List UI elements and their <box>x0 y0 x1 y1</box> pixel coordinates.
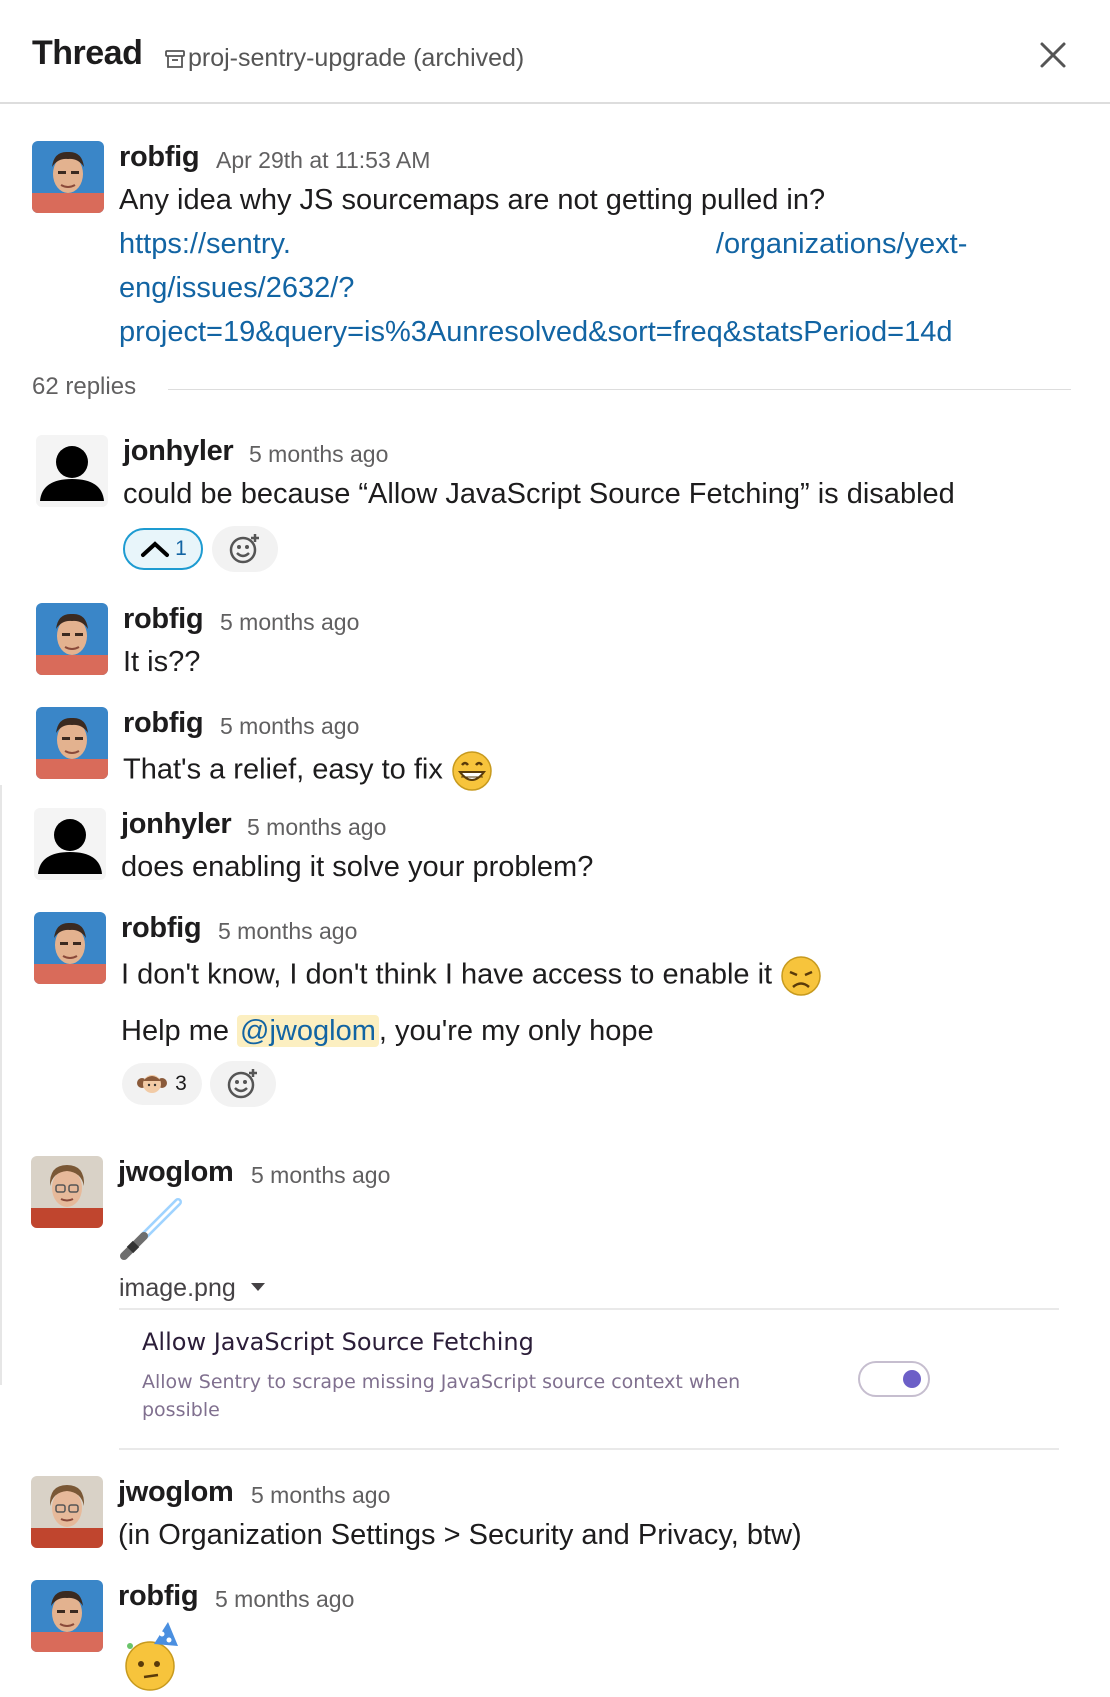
message-author[interactable]: jwoglom <box>118 1156 234 1189</box>
avatar[interactable] <box>32 141 104 213</box>
message-timestamp[interactable]: Apr 29th at 11:53 AM <box>216 147 430 174</box>
reaction-count: 1 <box>175 537 187 560</box>
message-text-body: Help me <box>121 1015 238 1047</box>
message-text: could be because “Allow JavaScript Sourc… <box>123 478 955 510</box>
divider <box>168 389 1071 390</box>
add-reaction-icon <box>229 534 259 564</box>
princess-leia-emoji <box>137 1075 168 1093</box>
disappointed-emoji <box>781 956 821 996</box>
toggle-knob <box>903 1370 921 1388</box>
user-mention[interactable]: @jwoglom <box>237 1015 379 1047</box>
message-timestamp[interactable]: 5 months ago <box>220 609 359 636</box>
dropdown-caret-icon[interactable] <box>251 1283 265 1291</box>
lightsaber-emoji <box>120 1198 182 1260</box>
message-text-body: That's a relief, easy to fix <box>123 753 443 786</box>
message-author[interactable]: robfig <box>123 603 204 636</box>
close-icon[interactable] <box>1036 38 1070 72</box>
avatar[interactable] <box>36 435 108 507</box>
channel-name: proj-sentry-upgrade (archived) <box>188 44 525 72</box>
divider <box>119 1308 1059 1310</box>
link-part[interactable]: /organizations/yext- <box>716 228 967 260</box>
message-author[interactable]: robfig <box>118 1580 199 1613</box>
message-author[interactable]: robfig <box>123 707 204 740</box>
link-part[interactable]: https://sentry. <box>119 228 291 260</box>
link-part[interactable]: project=19&query=is%3Aunresolved&sort=fr… <box>119 316 952 348</box>
thread-title: Thread <box>32 34 143 72</box>
message-author[interactable]: jwoglom <box>118 1476 234 1509</box>
add-reaction-icon <box>227 1069 257 1099</box>
thread-header: Thread proj-sentry-upgrade (archived) <box>0 0 1110 104</box>
avatar[interactable] <box>34 912 106 984</box>
avatar[interactable] <box>31 1580 103 1652</box>
message-link[interactable]: eng/issues/2632/? <box>119 272 354 305</box>
upvote-emoji <box>141 541 170 557</box>
source-fetching-toggle[interactable] <box>858 1361 930 1397</box>
message-timestamp[interactable]: 5 months ago <box>215 1586 354 1613</box>
avatar[interactable] <box>36 603 108 675</box>
message-text: It is?? <box>123 646 201 678</box>
message-timestamp[interactable]: 5 months ago <box>251 1482 390 1509</box>
message-author[interactable]: robfig <box>119 141 200 174</box>
archive-icon <box>165 49 185 68</box>
avatar[interactable] <box>34 808 106 880</box>
avatar[interactable] <box>31 1476 103 1548</box>
reply-count: 62 replies <box>32 373 137 400</box>
preview-setting-title: Allow JavaScript Source Fetching <box>142 1328 534 1356</box>
message-link[interactable]: project=19&query=is%3Aunresolved&sort=fr… <box>119 316 952 349</box>
message-timestamp[interactable]: 5 months ago <box>249 441 388 468</box>
message-timestamp[interactable]: 5 months ago <box>220 713 359 740</box>
party-face-emoji <box>125 1622 178 1691</box>
message-text-body: , you're my only hope <box>378 1015 654 1047</box>
reaction-princess-leia[interactable]: 3 <box>122 1063 202 1105</box>
message-text: Help me @jwoglom, you're my only hope <box>121 1015 654 1048</box>
message-text-body: I don't know, I don't think I have acces… <box>121 958 773 991</box>
message-text: I don't know, I don't think I have acces… <box>121 955 822 997</box>
message-timestamp[interactable]: 5 months ago <box>247 814 386 841</box>
message-author[interactable]: robfig <box>121 912 202 945</box>
message-timestamp[interactable]: 5 months ago <box>251 1162 390 1189</box>
channel-link[interactable]: proj-sentry-upgrade (archived) <box>164 44 524 73</box>
reaction-count: 3 <box>175 1072 187 1095</box>
thread-scroll-divider <box>0 785 2 1385</box>
link-part[interactable]: eng/issues/2632/? <box>119 272 354 304</box>
message-text: (in Organization Settings > Security and… <box>118 1519 802 1551</box>
avatar[interactable] <box>31 1156 103 1228</box>
message-author[interactable]: jonhyler <box>123 435 234 468</box>
message-text: That's a relief, easy to fix <box>123 750 493 792</box>
avatar[interactable] <box>36 707 108 779</box>
message-text: does enabling it solve your problem? <box>121 851 594 883</box>
message-text: Any idea why JS sourcemaps are not getti… <box>119 184 826 216</box>
file-name[interactable]: image.png <box>119 1274 236 1303</box>
preview-setting-description: Allow Sentry to scrape missing JavaScrip… <box>142 1371 741 1421</box>
message-link[interactable]: https://sentry. /organizations/yext- <box>119 228 967 261</box>
message-timestamp[interactable]: 5 months ago <box>218 918 357 945</box>
add-reaction-button[interactable] <box>210 1061 276 1107</box>
add-reaction-button[interactable] <box>212 526 278 572</box>
divider <box>119 1448 1059 1450</box>
message-author[interactable]: jonhyler <box>121 808 232 841</box>
grin-emoji <box>452 751 492 791</box>
reaction-upvote[interactable]: 1 <box>123 528 203 570</box>
